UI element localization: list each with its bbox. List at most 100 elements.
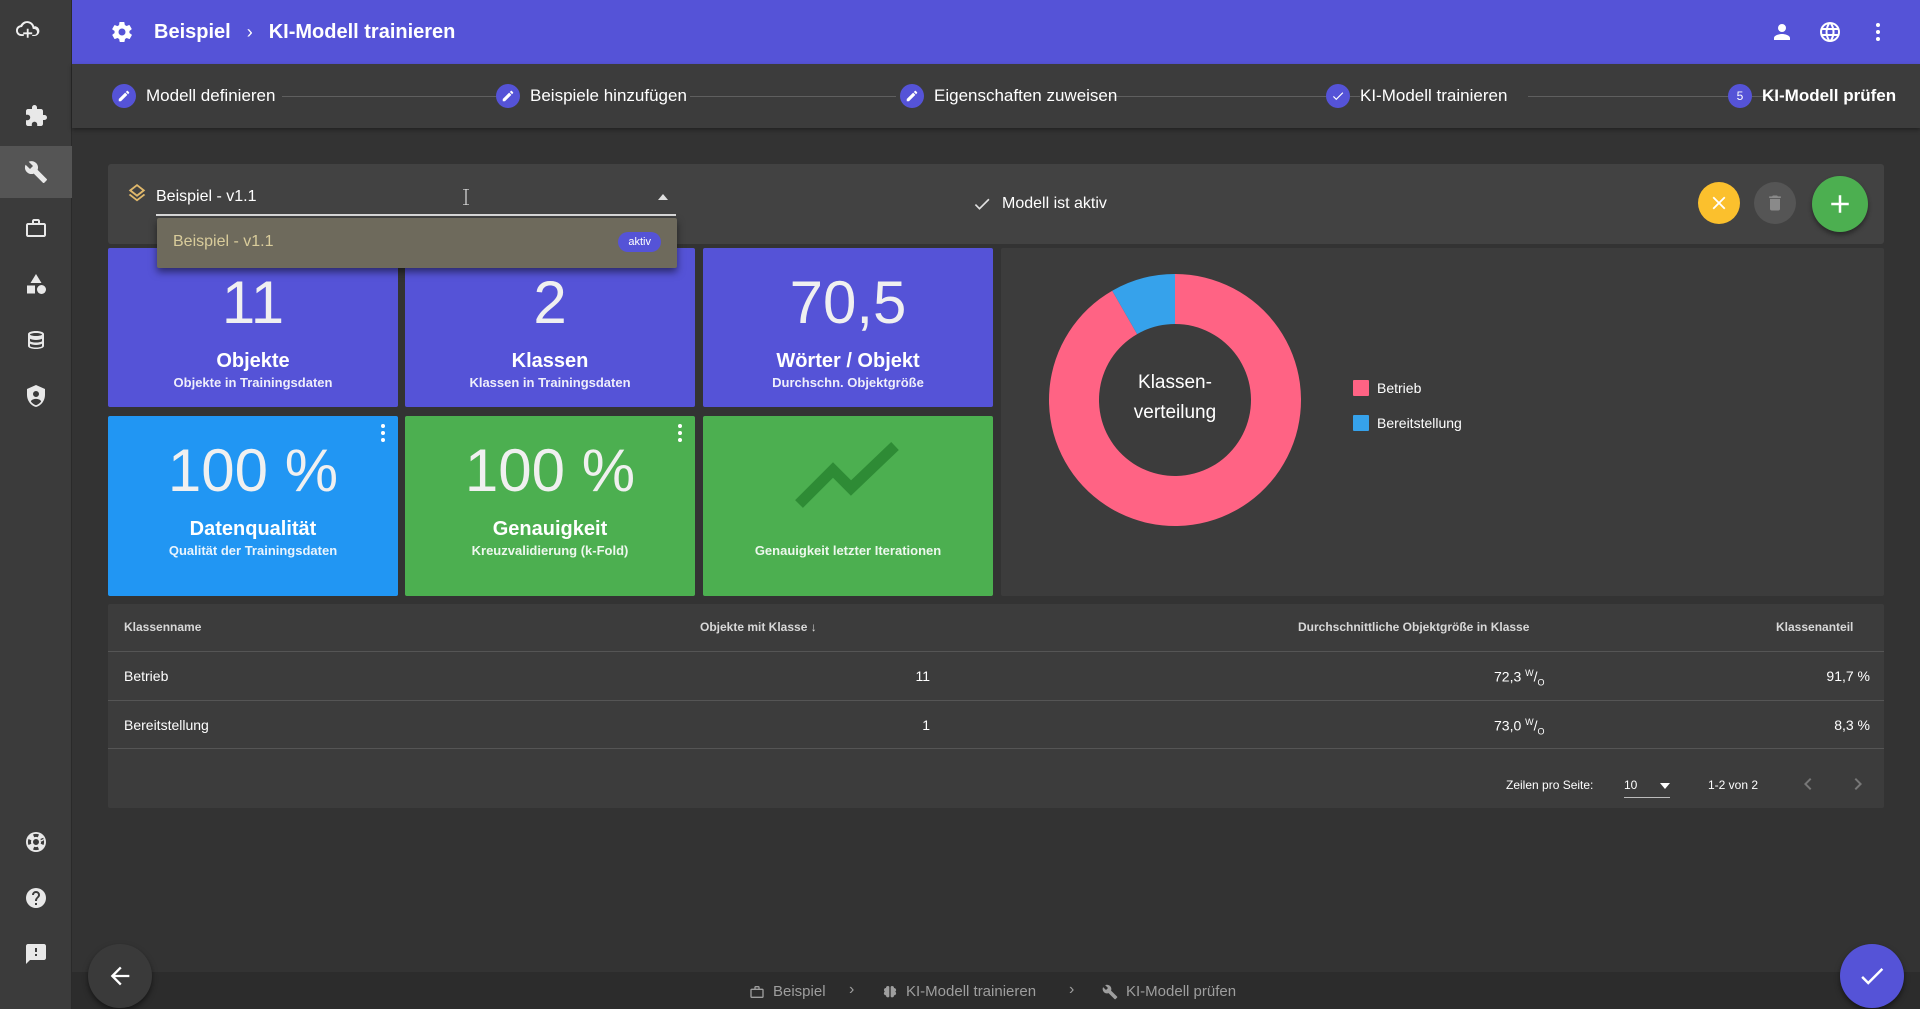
legend-swatch	[1353, 414, 1369, 431]
gear-icon[interactable]	[110, 20, 134, 44]
database-icon[interactable]	[0, 314, 72, 366]
column-header-label: Objekte mit Klasse	[700, 620, 808, 634]
cell-object-count: 11	[915, 668, 930, 684]
breadcrumb-label: KI-Modell prüfen	[1126, 983, 1237, 1000]
wizard-stepper: Modell definieren Beispiele hinzufügen E…	[72, 64, 1920, 128]
trending-up-icon	[795, 442, 899, 508]
chevron-right-icon	[1854, 778, 1862, 790]
cell-avg-value: 72,3	[1494, 668, 1522, 685]
pencil-icon	[900, 84, 924, 108]
briefcase-icon[interactable]	[0, 202, 72, 254]
model-status-text: Modell ist aktiv	[1002, 195, 1107, 212]
chevron-left-icon	[1804, 778, 1812, 790]
cell-share: 8,3 %	[1834, 717, 1870, 733]
chevron-right-icon: ›	[849, 981, 855, 998]
feedback-icon[interactable]	[0, 928, 72, 980]
breadcrumb-separator: ›	[246, 21, 253, 42]
cell-avg-value: 73,0	[1494, 717, 1522, 734]
bottom-breadcrumb-verify: KI-Modell prüfen	[1102, 983, 1236, 1000]
step-label: Modell definieren	[146, 86, 276, 105]
chart-title-line2: verteilung	[1134, 402, 1216, 423]
rows-per-page-label: Zeilen pro Seite:	[1506, 778, 1594, 792]
tile-objects: 11 Objekte Objekte in Trainingsdaten	[108, 248, 398, 407]
step-label: KI-Modell prüfen	[1762, 86, 1897, 105]
tile-value: 11	[221, 269, 285, 336]
add-model-button[interactable]	[1812, 176, 1868, 232]
puzzle-icon[interactable]	[0, 90, 72, 142]
step-label: KI-Modell trainieren	[1360, 86, 1508, 105]
check-icon	[974, 198, 990, 210]
cell-class-name: Betrieb	[124, 668, 169, 684]
step-define-model[interactable]: Modell definieren	[112, 84, 275, 108]
tile-title: Genauigkeit	[492, 518, 608, 540]
model-version-menu: Beispiel - v1.1 aktiv	[157, 218, 677, 268]
tile-title: Klassen	[511, 350, 589, 372]
more-vert-icon[interactable]	[1866, 20, 1890, 44]
rows-per-page-select[interactable]: 10	[1624, 770, 1670, 798]
tile-data-quality: 100 % Datenqualität Qualität der Trainin…	[108, 416, 398, 596]
pagination-range: 1-2 von 2	[1708, 778, 1759, 792]
shield-icon[interactable]	[0, 370, 72, 422]
bottom-breadcrumb-project[interactable]: Beispiel	[749, 983, 826, 1000]
delete-button[interactable]	[1754, 182, 1796, 224]
legend-item-bereitstellung[interactable]: Bereitstellung	[1353, 405, 1462, 440]
sort-arrow-icon: ↓	[810, 620, 817, 634]
tile-accuracy-trend[interactable]: Genauigkeit letzter Iterationen	[703, 416, 993, 596]
shapes-icon[interactable]	[0, 258, 72, 310]
breadcrumb-label: Beispiel	[773, 983, 826, 1000]
next-page-button[interactable]	[1846, 772, 1870, 796]
tile-subtitle: Durchschn. Objektgröße	[772, 375, 924, 390]
column-header-avg-size[interactable]: Durchschnittliche Objektgröße in Klasse	[1298, 620, 1529, 634]
model-version-select[interactable]: Beispiel - v1.1	[156, 178, 676, 216]
caret-up-icon[interactable]	[658, 194, 668, 200]
step-train-model[interactable]: KI-Modell trainieren	[1326, 84, 1507, 108]
tile-value: 70,5	[789, 269, 907, 336]
cloud-add-icon[interactable]	[16, 18, 56, 54]
cancel-button[interactable]	[1698, 182, 1740, 224]
model-version-value: Beispiel - v1.1	[156, 188, 257, 205]
prev-page-button[interactable]	[1796, 772, 1820, 796]
pencil-icon	[112, 84, 136, 108]
cell-share: 91,7 %	[1826, 668, 1870, 684]
column-header-share[interactable]: Klassenanteil	[1776, 620, 1853, 634]
confirm-button[interactable]	[1840, 944, 1904, 1008]
rows-per-page-value: 10	[1624, 778, 1638, 792]
class-distribution-chart: Klassen- verteilung Betrieb Bereitstellu…	[1001, 248, 1884, 596]
check-icon	[1861, 968, 1884, 985]
trash-icon	[1769, 195, 1781, 211]
tile-title: Datenqualität	[189, 518, 317, 540]
layers-icon	[128, 184, 146, 202]
pencil-icon	[496, 84, 520, 108]
step-verify-model[interactable]: 5 KI-Modell prüfen	[1728, 84, 1896, 108]
tile-classes: 2 Klassen Klassen in Trainingsdaten	[405, 248, 695, 407]
legend-item-betrieb[interactable]: Betrieb	[1353, 370, 1462, 405]
step-assign-properties[interactable]: Eigenschaften zuweisen	[900, 84, 1117, 108]
wrench-icon	[1102, 984, 1118, 999]
account-icon[interactable]	[1770, 20, 1794, 44]
bottom-breadcrumb-train[interactable]: KI-Modell trainieren	[882, 983, 1036, 1000]
brain-icon	[883, 985, 897, 997]
cell-avg-size: 72,3 W/O	[1494, 668, 1545, 688]
legend-label: Betrieb	[1377, 379, 1422, 396]
breadcrumb-project[interactable]: Beispiel	[154, 21, 231, 44]
step-add-examples[interactable]: Beispiele hinzufügen	[496, 84, 687, 108]
cell-avg-size: 73,0 W/O	[1494, 717, 1545, 737]
menu-option[interactable]: Beispiel - v1.1	[173, 233, 274, 251]
wrench-icon[interactable]	[0, 146, 72, 198]
status-badge: aktiv	[618, 232, 661, 252]
column-header-class-name[interactable]: Klassenname	[124, 620, 201, 634]
arrow-left-icon	[110, 966, 130, 986]
page-title: KI-Modell trainieren	[268, 20, 456, 43]
close-icon	[1712, 196, 1726, 210]
cell-class-name: Bereitstellung	[124, 717, 209, 733]
tile-subtitle: Kreuzvalidierung (k-Fold)	[471, 543, 629, 558]
model-status: Modell ist aktiv	[972, 194, 1107, 214]
column-header-object-count[interactable]: Objekte mit Klasse ↓	[700, 620, 817, 634]
lifebuoy-icon[interactable]	[0, 816, 72, 868]
legend-label: Bereitstellung	[1377, 414, 1462, 431]
tile-words-per-object: 70,5 Wörter / Objekt Durchschn. Objektgr…	[703, 248, 993, 407]
language-icon[interactable]	[1818, 20, 1842, 44]
back-button[interactable]	[88, 944, 152, 1008]
breadcrumb-label: KI-Modell trainieren	[906, 983, 1037, 1000]
help-icon[interactable]	[0, 872, 72, 924]
